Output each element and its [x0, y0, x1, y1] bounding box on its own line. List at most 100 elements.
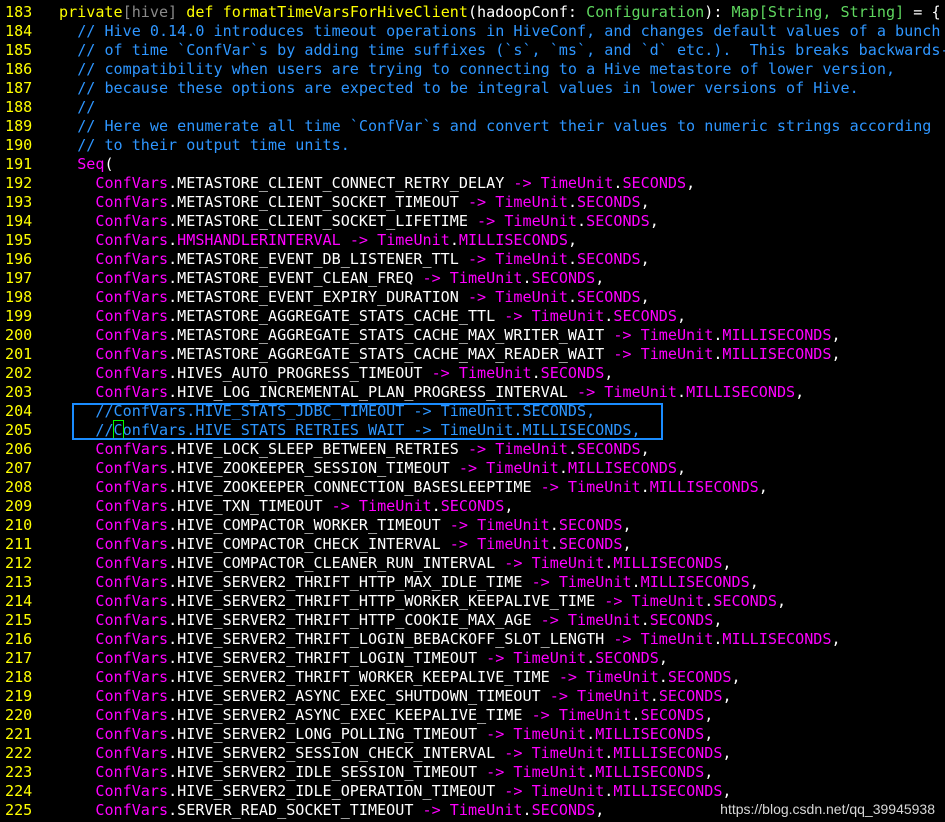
code-line[interactable]: 200 ConfVars.METASTORE_AGGREGATE_STATS_C…	[0, 326, 945, 345]
code-line[interactable]: 202 ConfVars.HIVES_AUTO_PROGRESS_TIMEOUT…	[0, 364, 945, 383]
code-text[interactable]: ConfVars.METASTORE_EVENT_CLEAN_FREQ -> T…	[59, 269, 604, 288]
code-line[interactable]: 194 ConfVars.METASTORE_CLIENT_SOCKET_LIF…	[0, 212, 945, 231]
code-text[interactable]: // of time `ConfVar`s by adding time suf…	[59, 41, 945, 60]
code-line[interactable]: 203 ConfVars.HIVE_LOG_INCREMENTAL_PLAN_P…	[0, 383, 945, 402]
code-line[interactable]: 199 ConfVars.METASTORE_AGGREGATE_STATS_C…	[0, 307, 945, 326]
code-token: Map[String, String]	[731, 3, 905, 21]
code-line[interactable]: 208 ConfVars.HIVE_ZOOKEEPER_CONNECTION_B…	[0, 478, 945, 497]
code-token: SECONDS	[577, 193, 641, 211]
code-line[interactable]: 218 ConfVars.HIVE_SERVER2_THRIFT_WORKER_…	[0, 668, 945, 687]
code-text[interactable]: ConfVars.HIVE_COMPACTOR_WORKER_TIMEOUT -…	[59, 516, 631, 535]
code-token: .	[567, 440, 578, 458]
code-token: SECONDS	[558, 535, 623, 553]
code-token: ,	[604, 364, 614, 382]
code-text[interactable]: ConfVars.HIVE_SERVER2_THRIFT_LOGIN_BEBAC…	[59, 630, 840, 649]
code-text[interactable]: // Hive 0.14.0 introduces timeout operat…	[59, 22, 940, 41]
code-line[interactable]: 220 ConfVars.HIVE_SERVER2_ASYNC_EXEC_KEE…	[0, 706, 945, 725]
code-text[interactable]: ConfVars.HIVE_SERVER2_THRIFT_HTTP_MAX_ID…	[59, 573, 758, 592]
code-text[interactable]: ConfVars.METASTORE_AGGREGATE_STATS_CACHE…	[59, 345, 840, 364]
code-text[interactable]: ConfVars.HIVE_SERVER2_THRIFT_LOGIN_TIMEO…	[59, 649, 668, 668]
code-text[interactable]: // Here we enumerate all time `ConfVar`s…	[59, 117, 931, 136]
code-text[interactable]: ConfVars.METASTORE_AGGREGATE_STATS_CACHE…	[59, 326, 840, 345]
code-line[interactable]: 217 ConfVars.HIVE_SERVER2_THRIFT_LOGIN_T…	[0, 649, 945, 668]
code-text[interactable]: ConfVars.HIVE_TXN_TIMEOUT -> TimeUnit.SE…	[59, 497, 513, 516]
code-line[interactable]: 192 ConfVars.METASTORE_CLIENT_CONNECT_RE…	[0, 174, 945, 193]
code-line[interactable]: 196 ConfVars.METASTORE_EVENT_DB_LISTENER…	[0, 250, 945, 269]
code-line[interactable]: 221 ConfVars.HIVE_SERVER2_LONG_POLLING_T…	[0, 725, 945, 744]
code-line[interactable]: 197 ConfVars.METASTORE_EVENT_CLEAN_FREQ …	[0, 269, 945, 288]
code-line[interactable]: 216 ConfVars.HIVE_SERVER2_THRIFT_LOGIN_B…	[0, 630, 945, 649]
line-number: 224	[5, 782, 33, 800]
code-line[interactable]: 215 ConfVars.HIVE_SERVER2_THRIFT_HTTP_CO…	[0, 611, 945, 630]
code-text[interactable]: ConfVars.METASTORE_EVENT_DB_LISTENER_TTL…	[59, 250, 649, 269]
code-token: ->	[604, 592, 623, 610]
code-text[interactable]: ConfVars.METASTORE_CLIENT_SOCKET_LIFETIM…	[59, 212, 658, 231]
code-text[interactable]: ConfVars.METASTORE_CLIENT_CONNECT_RETRY_…	[59, 174, 695, 193]
code-text[interactable]: ConfVars.METASTORE_CLIENT_SOCKET_TIMEOUT…	[59, 193, 649, 212]
code-text[interactable]: //	[59, 98, 95, 117]
code-token: .METASTORE_AGGREGATE_STATS_CACHE_MAX_WRI…	[168, 326, 614, 344]
code-text[interactable]: // to their output time units.	[59, 136, 350, 155]
code-text[interactable]: ConfVars.METASTORE_EVENT_EXPIRY_DURATION…	[59, 288, 649, 307]
code-text[interactable]: ConfVars.HIVE_LOCK_SLEEP_BETWEEN_RETRIES…	[59, 440, 649, 459]
code-token: ->	[513, 174, 532, 192]
code-line[interactable]: 188 //	[0, 98, 945, 117]
code-line[interactable]: 198 ConfVars.METASTORE_EVENT_EXPIRY_DURA…	[0, 288, 945, 307]
code-text[interactable]: ConfVars.HIVE_SERVER2_IDLE_OPERATION_TIM…	[59, 782, 731, 801]
code-text[interactable]: ConfVars.HIVE_COMPACTOR_CLEANER_RUN_INTE…	[59, 554, 731, 573]
code-line[interactable]: 210 ConfVars.HIVE_COMPACTOR_WORKER_TIMEO…	[0, 516, 945, 535]
code-token: TimeUnit	[567, 611, 641, 629]
code-text[interactable]: ConfVars.HIVE_SERVER2_THRIFT_WORKER_KEEP…	[59, 668, 740, 687]
code-line[interactable]: 193 ConfVars.METASTORE_CLIENT_SOCKET_TIM…	[0, 193, 945, 212]
code-line[interactable]: 191 Seq(	[0, 155, 945, 174]
code-line[interactable]: 214 ConfVars.HIVE_SERVER2_THRIFT_HTTP_WO…	[0, 592, 945, 611]
code-line[interactable]: 222 ConfVars.HIVE_SERVER2_SESSION_CHECK_…	[0, 744, 945, 763]
code-text[interactable]: ConfVars.HIVE_SERVER2_SESSION_CHECK_INTE…	[59, 744, 731, 763]
code-line[interactable]: 183 private[hive] def formatTimeVarsForHi…	[0, 3, 945, 22]
code-text[interactable]: Seq(	[59, 155, 113, 174]
code-text[interactable]: ConfVars.HIVES_AUTO_PROGRESS_TIMEOUT -> …	[59, 364, 613, 383]
code-text[interactable]: ConfVars.SERVER_READ_SOCKET_TIMEOUT -> T…	[59, 801, 604, 820]
code-line[interactable]: 185 // of time `ConfVar`s by adding time…	[0, 41, 945, 60]
code-text[interactable]: ConfVars.HIVE_SERVER2_IDLE_SESSION_TIMEO…	[59, 763, 713, 782]
code-line[interactable]: 189 // Here we enumerate all time `ConfV…	[0, 117, 945, 136]
code-line[interactable]: 219 ConfVars.HIVE_SERVER2_ASYNC_EXEC_SHU…	[0, 687, 945, 706]
code-line[interactable]: 184 // Hive 0.14.0 introduces timeout op…	[0, 22, 945, 41]
code-line[interactable]: 224 ConfVars.HIVE_SERVER2_IDLE_OPERATION…	[0, 782, 945, 801]
code-line[interactable]: 207 ConfVars.HIVE_ZOOKEEPER_SESSION_TIME…	[0, 459, 945, 478]
code-line[interactable]: 186 // compatibility when users are tryi…	[0, 60, 945, 79]
code-text[interactable]: ConfVars.HIVE_ZOOKEEPER_SESSION_TIMEOUT …	[59, 459, 686, 478]
code-line[interactable]: 211 ConfVars.HIVE_COMPACTOR_CHECK_INTERV…	[0, 535, 945, 554]
code-text[interactable]: ConfVars.HIVE_SERVER2_THRIFT_HTTP_COOKIE…	[59, 611, 722, 630]
line-number: 184	[5, 22, 33, 40]
line-number: 204	[5, 402, 33, 420]
code-text[interactable]: ConfVars.HIVE_COMPACTOR_CHECK_INTERVAL -…	[59, 535, 631, 554]
code-text[interactable]: // because these options are expected to…	[59, 79, 859, 98]
code-token: .HIVE_SERVER2_THRIFT_HTTP_COOKIE_MAX_AGE	[168, 611, 541, 629]
code-token: SECONDS	[713, 592, 777, 610]
code-text[interactable]: ConfVars.HIVE_ZOOKEEPER_CONNECTION_BASES…	[59, 478, 768, 497]
code-line[interactable]: 223 ConfVars.HIVE_SERVER2_IDLE_SESSION_T…	[0, 763, 945, 782]
code-line[interactable]: 213 ConfVars.HIVE_SERVER2_THRIFT_HTTP_MA…	[0, 573, 945, 592]
code-text[interactable]: // compatibility when users are trying t…	[59, 60, 895, 79]
code-text[interactable]: ConfVars.HIVE_SERVER2_THRIFT_HTTP_WORKER…	[59, 592, 786, 611]
code-token: // because these options are expected to…	[77, 79, 859, 97]
code-line[interactable]: 206 ConfVars.HIVE_LOCK_SLEEP_BETWEEN_RET…	[0, 440, 945, 459]
code-line[interactable]: 201 ConfVars.METASTORE_AGGREGATE_STATS_C…	[0, 345, 945, 364]
code-text[interactable]: ConfVars.HIVE_LOG_INCREMENTAL_PLAN_PROGR…	[59, 383, 804, 402]
code-text[interactable]: ConfVars.METASTORE_AGGREGATE_STATS_CACHE…	[59, 307, 686, 326]
code-line[interactable]: 195 ConfVars.HMSHANDLERINTERVAL -> TimeU…	[0, 231, 945, 250]
code-text[interactable]: ConfVars.HMSHANDLERINTERVAL -> TimeUnit.…	[59, 231, 577, 250]
code-text[interactable]: ConfVars.HIVE_SERVER2_ASYNC_EXEC_KEEPALI…	[59, 706, 713, 725]
code-text[interactable]: private[hive] def formatTimeVarsForHiveC…	[59, 3, 941, 22]
code-line[interactable]: 190 // to their output time units.	[0, 136, 945, 155]
code-token: TimeUnit	[504, 212, 578, 230]
code-text[interactable]: ConfVars.HIVE_SERVER2_ASYNC_EXEC_SHUTDOW…	[59, 687, 731, 706]
code-line[interactable]: 209 ConfVars.HIVE_TXN_TIMEOUT -> TimeUni…	[0, 497, 945, 516]
code-line[interactable]: 212 ConfVars.HIVE_COMPACTOR_CLEANER_RUN_…	[0, 554, 945, 573]
code-text[interactable]: ConfVars.HIVE_SERVER2_LONG_POLLING_TIMEO…	[59, 725, 713, 744]
code-line[interactable]: 187 // because these options are expecte…	[0, 79, 945, 98]
